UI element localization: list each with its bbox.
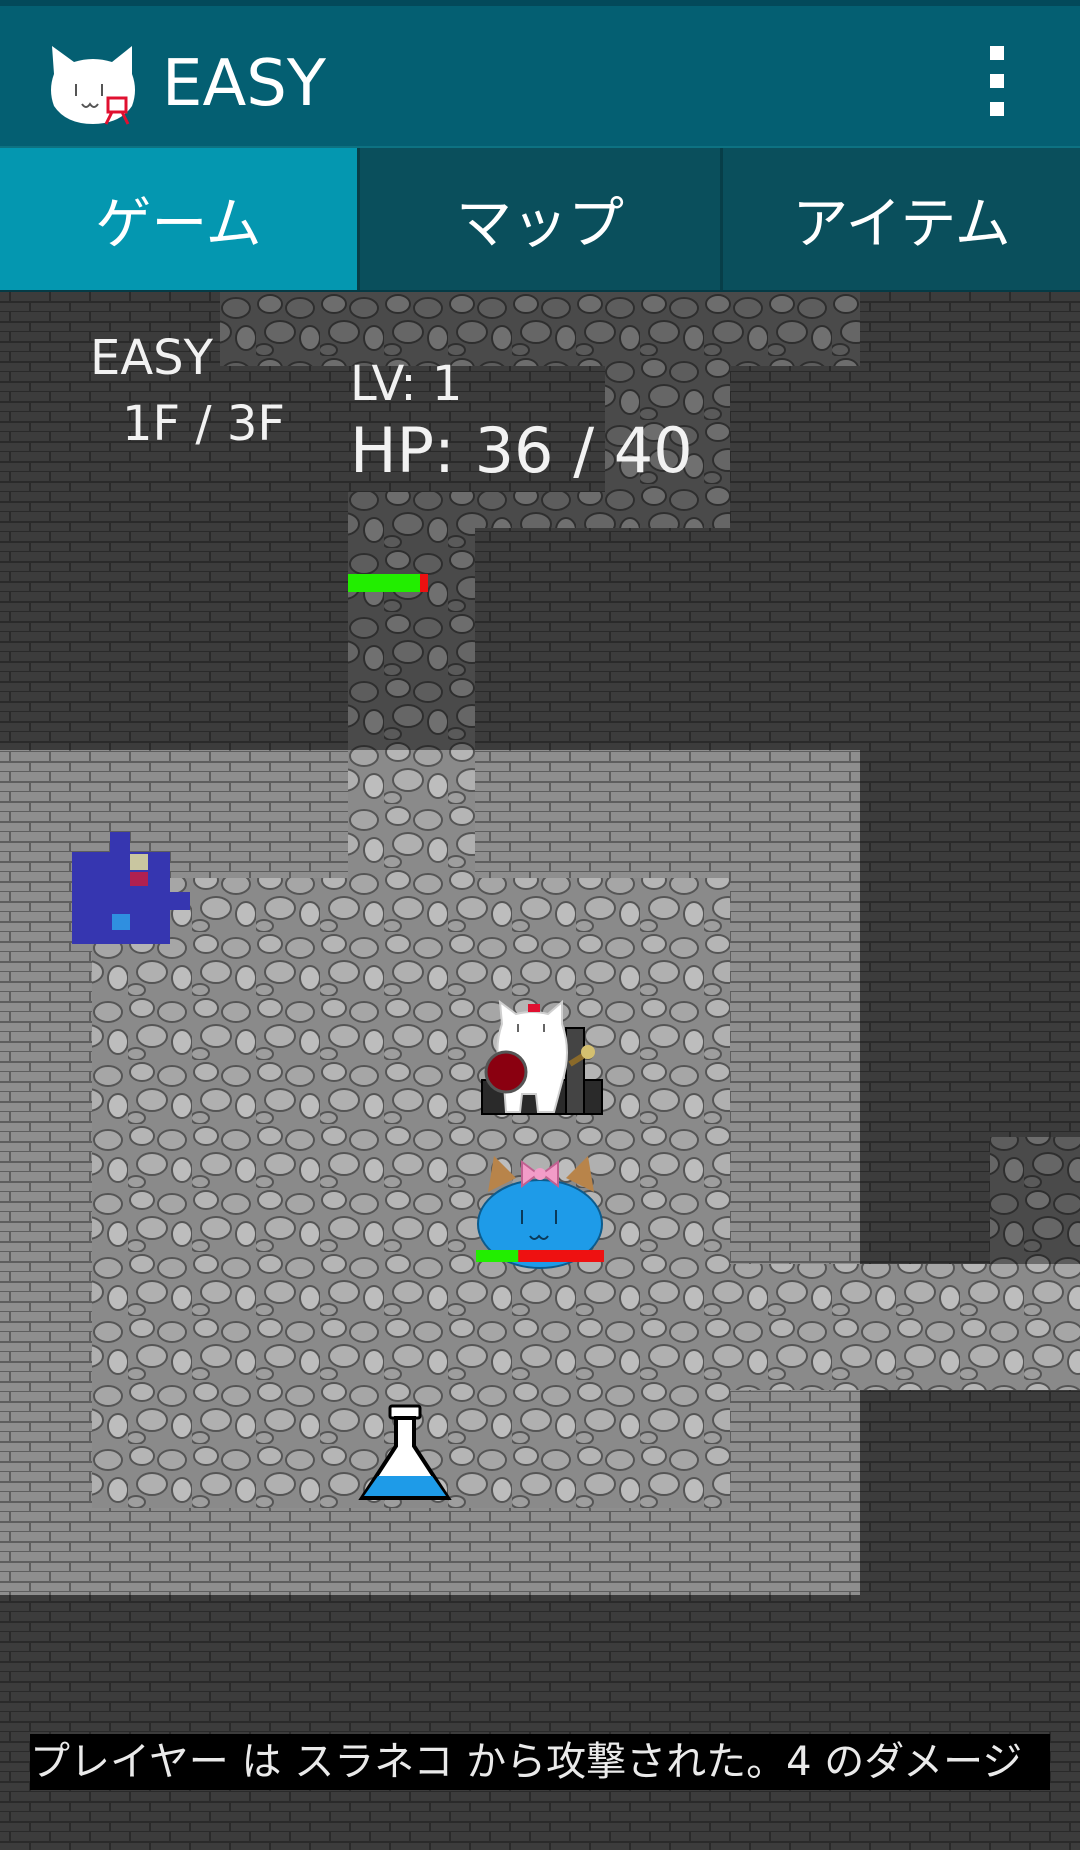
corridor-floor <box>730 1264 860 1390</box>
level-indicator: LV: 1 <box>350 356 463 412</box>
tab-items[interactable]: アイテム <box>723 148 1080 290</box>
message-log: プレイヤー は スラネコ から攻撃された。4 のダメージ <box>30 1734 1050 1790</box>
tab-bar: ゲーム マップ アイテム <box>0 146 1080 292</box>
tab-map[interactable]: マップ <box>360 148 720 290</box>
floor-indicator: 1F / 3F <box>122 396 285 452</box>
enemy-hp-bar <box>476 1250 604 1262</box>
difficulty-label: EASY <box>90 330 213 386</box>
cat-face-logo-icon <box>51 46 135 125</box>
game-board[interactable]: EASY 1F / 3F LV: 1 HP: 36 / 40 <box>0 292 1080 1850</box>
player-hp-bar <box>348 574 428 592</box>
app-bar: EASY <box>0 0 1080 146</box>
hp-indicator: HP: 36 / 40 <box>350 414 693 487</box>
tab-game[interactable]: ゲーム <box>0 148 357 290</box>
app-title: EASY <box>162 47 326 121</box>
overflow-menu-icon[interactable] <box>968 42 1024 122</box>
